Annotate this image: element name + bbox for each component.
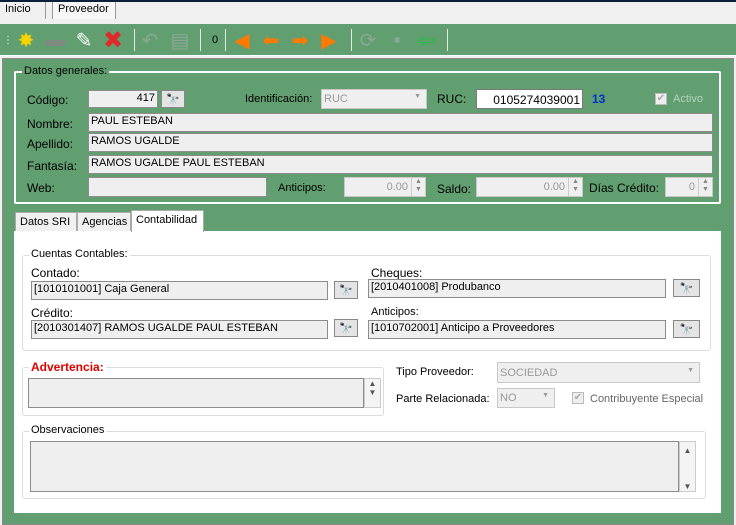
tipo-proveedor-select[interactable]: SOCIEDAD ▼ <box>497 362 700 383</box>
nombre-label: Nombre: <box>27 117 74 131</box>
group-title: Advertencia: <box>29 360 106 374</box>
delete-icon[interactable]: ✖ <box>101 27 125 54</box>
codigo-field[interactable]: 417 <box>88 90 158 108</box>
ruc-length: 13 <box>592 92 606 106</box>
print-icon[interactable]: ▤ <box>168 28 192 52</box>
contribuyente-especial-checkbox[interactable]: ✔ <box>572 392 584 404</box>
grip-icon[interactable]: ⋮ <box>3 28 13 52</box>
identificacion-select[interactable]: RUC ▼ <box>321 89 427 109</box>
tab-agencias[interactable]: Agencias <box>77 212 131 232</box>
anticipos-label: Anticipos: <box>278 182 326 194</box>
observaciones-textarea[interactable] <box>30 441 679 492</box>
save-icon[interactable]: ▬ <box>43 28 67 52</box>
saldo-spinner[interactable]: 0.00 ▲ ▼ <box>476 177 583 197</box>
next-icon[interactable]: ➡ <box>288 28 312 52</box>
tipo-proveedor-label: Tipo Proveedor: <box>396 366 474 378</box>
search-anticipos-button[interactable]: 🔭 <box>673 320 700 338</box>
binoculars-icon: 🔭 <box>679 282 694 295</box>
tab-datos-sri[interactable]: Datos SRI <box>15 212 77 232</box>
contado-label: Contado: <box>31 266 80 280</box>
cheques-label: Cheques: <box>371 266 423 280</box>
search-cheques-button[interactable]: 🔭 <box>673 279 700 297</box>
search-contado-button[interactable]: 🔭 <box>334 281 358 299</box>
credito-label: Crédito: <box>31 306 74 320</box>
record-counter: 0 <box>211 34 219 46</box>
anticipos-spinner[interactable]: 0.00 ▲ ▼ <box>344 177 426 197</box>
anticipos-cuenta-label: Anticipos: <box>371 306 419 318</box>
binoculars-icon: 🔭 <box>679 323 694 336</box>
identificacion-label: Identificación: <box>245 93 313 105</box>
previous-icon[interactable]: ⬅ <box>259 28 283 52</box>
dias-credito-spinner[interactable]: 0 ▲ ▼ <box>665 177 713 197</box>
tab-proveedor[interactable]: Proveedor <box>52 2 116 19</box>
first-icon[interactable]: ◀ <box>230 28 254 52</box>
dias-credito-label: Días Crédito: <box>589 181 660 195</box>
cheques-field[interactable]: [2010401008] Produbanco <box>368 279 666 298</box>
binoculars-icon: 🔭 <box>339 322 353 335</box>
credito-field[interactable]: [2010301407] RAMOS UGALDE PAUL ESTEBAN <box>31 320 328 339</box>
chevron-down-icon: ▼ <box>542 392 549 399</box>
anticipos-cuenta-field[interactable]: [1010702001] Anticipo a Proveedores <box>368 320 666 339</box>
group-title: Cuentas Contables: <box>29 248 130 260</box>
search-codigo-button[interactable]: 🔭 <box>161 90 185 108</box>
tab-contabilidad[interactable]: Contabilidad <box>131 210 204 232</box>
binoculars-icon: 🔭 <box>339 284 353 297</box>
apellido-field[interactable]: RAMOS UGALDE <box>88 133 713 152</box>
search-credito-button[interactable]: 🔭 <box>334 319 358 337</box>
exit-icon[interactable]: ⇦ <box>414 28 438 52</box>
saldo-label: Saldo: <box>437 182 472 196</box>
group-title: Datos generales: <box>22 65 110 77</box>
advertencia-textarea[interactable] <box>28 378 364 408</box>
apellido-label: Apellido: <box>27 137 74 151</box>
tab-inicio[interactable]: Inicio <box>0 2 46 19</box>
refresh-icon[interactable]: ⟳ <box>356 28 380 52</box>
codigo-label: Código: <box>27 93 69 107</box>
contribuyente-especial-label: Contribuyente Especial <box>590 393 704 405</box>
activo-label: Activo <box>673 93 703 105</box>
observaciones-scrollbar[interactable]: ▲ ▼ <box>679 441 696 492</box>
web-label: Web: <box>27 181 55 195</box>
fantasia-label: Fantasía: <box>27 159 78 173</box>
ruc-field[interactable]: 0105274039001 <box>476 89 583 109</box>
group-title: Observaciones <box>29 424 107 436</box>
ruc-label: RUC: <box>437 92 467 106</box>
parte-relacionada-select[interactable]: NO ▼ <box>497 388 555 408</box>
parte-relacionada-label: Parte Relacionada: <box>396 393 490 405</box>
chevron-down-icon: ▼ <box>687 367 694 374</box>
last-icon[interactable]: ▶ <box>317 28 341 52</box>
undo-icon[interactable]: ↶ <box>138 28 162 52</box>
contado-field[interactable]: [1010101001] Caja General <box>31 281 328 300</box>
chevron-down-icon: ▼ <box>414 93 421 100</box>
new-icon[interactable]: ✸ <box>14 28 38 52</box>
web-field[interactable] <box>88 177 267 197</box>
edit-icon[interactable]: ✎ <box>72 28 96 52</box>
toolbar: ⋮ ✸ ▬ ✎ ✖ ↶ ▤ 0 ◀ ⬅ ➡ ▶ ⟳ ▪ ⇦ <box>0 24 736 56</box>
nombre-field[interactable]: PAUL ESTEBAN <box>88 113 713 132</box>
fantasia-field[interactable]: RAMOS UGALDE PAUL ESTEBAN <box>88 155 713 174</box>
activo-checkbox[interactable]: ✔ <box>655 93 667 105</box>
advertencia-scrollbar[interactable]: ▲ ▼ <box>364 378 381 408</box>
export-icon[interactable]: ▪ <box>385 28 409 52</box>
binoculars-icon: 🔭 <box>166 93 180 106</box>
